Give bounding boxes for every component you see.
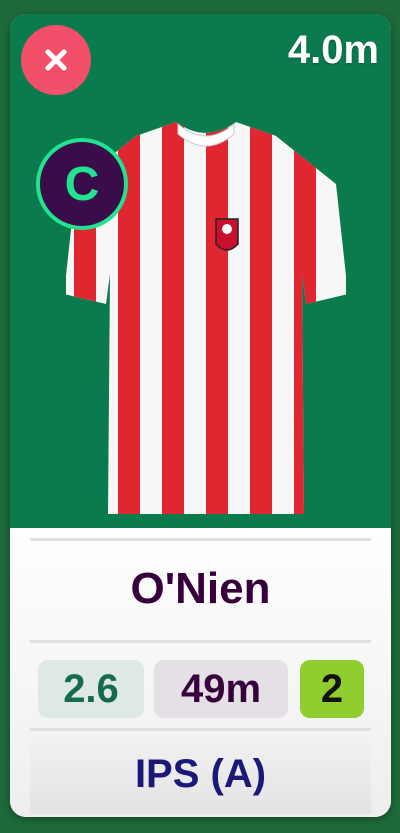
- divider: [30, 640, 371, 643]
- player-stats: 2.6 49m 2: [38, 660, 364, 718]
- close-icon: [45, 49, 67, 71]
- captain-badge: C: [36, 138, 128, 230]
- player-card[interactable]: 4.0m C O'Nien 2.6 49m 2 IPS (A): [10, 14, 391, 817]
- remove-player-button[interactable]: [21, 25, 91, 95]
- player-info-panel: O'Nien 2.6 49m 2 IPS (A): [10, 528, 391, 817]
- next-fixture: IPS (A): [30, 734, 371, 814]
- points-stat: 2.6: [38, 660, 144, 718]
- selected-by-stat: 49m: [154, 660, 288, 718]
- bonus-stat: 2: [300, 660, 364, 718]
- pitch-area: 4.0m C: [10, 14, 391, 528]
- crest-icon: [215, 218, 239, 251]
- player-name: O'Nien: [130, 564, 271, 613]
- divider: [30, 538, 371, 541]
- player-price: 4.0m: [287, 28, 379, 72]
- divider: [30, 728, 371, 731]
